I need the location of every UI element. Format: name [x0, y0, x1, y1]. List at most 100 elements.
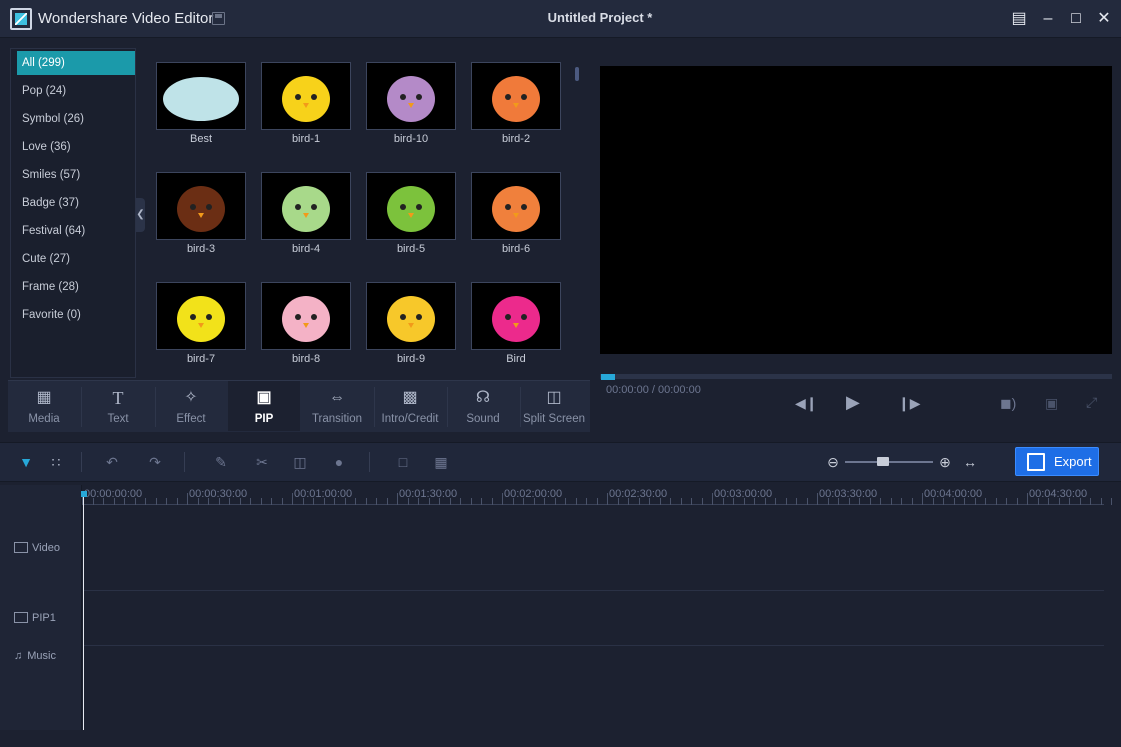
- pip-thumbnail-label: bird-6: [501, 243, 531, 255]
- sticker-image: [492, 76, 540, 122]
- zoom-slider-handle[interactable]: [877, 457, 889, 466]
- ruler-tick: [638, 498, 640, 505]
- ruler-tick: [124, 498, 125, 505]
- ruler-tick: [197, 498, 199, 505]
- pip-thumbnail-label: bird-10: [393, 133, 429, 145]
- category-item[interactable]: Frame (28): [17, 275, 135, 299]
- headphones-icon: ☊: [475, 389, 491, 406]
- ruler-tick: [92, 498, 94, 505]
- zoom-slider[interactable]: [845, 461, 933, 463]
- ruler-tick: [365, 498, 367, 505]
- playhead[interactable]: [83, 492, 84, 730]
- category-item[interactable]: All (299): [17, 51, 135, 75]
- tab-effect[interactable]: ✧ Effect: [155, 381, 227, 431]
- minimize-button[interactable]: –: [1036, 8, 1060, 30]
- category-item[interactable]: Badge (37): [17, 191, 135, 215]
- effect-wand-icon: ✧: [184, 389, 198, 406]
- intro-credit-icon: ▩: [402, 389, 418, 406]
- sticker-image: [492, 186, 540, 232]
- maximize-button[interactable]: □: [1064, 8, 1088, 30]
- edit-icon[interactable]: ✎: [212, 453, 230, 471]
- timeline-view-icon[interactable]: ▼: [17, 453, 35, 471]
- pip-thumbnail[interactable]: [471, 62, 561, 130]
- next-frame-icon[interactable]: ❙▶: [898, 395, 921, 412]
- tab-split-screen[interactable]: ◫ Split Screen: [518, 381, 590, 431]
- pip-thumbnail[interactable]: [471, 282, 561, 350]
- pip-thumbnail[interactable]: [156, 282, 246, 350]
- pip-thumbnail[interactable]: [261, 62, 351, 130]
- category-item[interactable]: Festival (64): [17, 219, 135, 243]
- category-item[interactable]: Favorite (0): [17, 303, 135, 327]
- storyboard-view-icon[interactable]: ∷: [47, 453, 65, 471]
- export-button[interactable]: Export: [1015, 447, 1099, 476]
- app-logo-icon: [10, 8, 32, 30]
- pip-thumbnail[interactable]: [156, 172, 246, 240]
- ruler-tick: [271, 498, 272, 505]
- project-title: Untitled Project *: [547, 10, 653, 25]
- close-button[interactable]: ✕: [1092, 8, 1116, 30]
- menu-icon[interactable]: ▤: [1007, 8, 1031, 30]
- redo-icon[interactable]: ↷: [146, 453, 164, 471]
- tab-pip[interactable]: ▣ PIP: [228, 381, 300, 431]
- tab-media[interactable]: ▦ Media: [8, 381, 80, 431]
- pip-thumbnail[interactable]: [261, 282, 351, 350]
- tab-text[interactable]: T Text: [82, 381, 154, 431]
- ruler-tick: [565, 498, 566, 505]
- delete-trash-icon[interactable]: ◫: [291, 453, 309, 471]
- zoom-in-icon[interactable]: ⊕: [936, 453, 954, 471]
- playhead-handle[interactable]: [81, 491, 87, 497]
- pip-thumbnail[interactable]: [261, 172, 351, 240]
- ruler-tick: [1058, 498, 1060, 505]
- grid-scrollbar[interactable]: [575, 67, 579, 81]
- tab-intro-credit[interactable]: ▩ Intro/Credit: [374, 381, 446, 431]
- category-item[interactable]: Smiles (57): [17, 163, 135, 187]
- ruler-tick: [418, 498, 419, 505]
- tab-sound[interactable]: ☊ Sound: [447, 381, 519, 431]
- previous-frame-icon[interactable]: ◀❙: [795, 395, 818, 412]
- tab-transition[interactable]: ⇔ Transition: [301, 381, 373, 431]
- category-item[interactable]: Cute (27): [17, 247, 135, 271]
- ruler-tick: [964, 498, 965, 505]
- ruler-tick: [208, 498, 209, 505]
- ruler-tick: [764, 498, 766, 505]
- category-item[interactable]: Love (36): [17, 135, 135, 159]
- pip-thumbnail[interactable]: [366, 62, 456, 130]
- pip-thumbnail-label: bird-7: [186, 353, 216, 365]
- ruler-tick: [911, 498, 913, 505]
- pip-thumbnail[interactable]: [366, 282, 456, 350]
- pip-thumbnail[interactable]: [156, 62, 246, 130]
- collapse-panel-button[interactable]: ❮: [136, 198, 145, 232]
- category-item[interactable]: Pop (24): [17, 79, 135, 103]
- pip-thumbnail[interactable]: [366, 172, 456, 240]
- timeline-tracks[interactable]: [83, 505, 1104, 730]
- volume-icon[interactable]: ◼): [1000, 395, 1016, 412]
- ruler-tick: [176, 498, 178, 505]
- fullscreen-icon[interactable]: ⤢: [1086, 394, 1097, 411]
- voiceover-microphone-icon[interactable]: ●: [330, 453, 348, 471]
- ruler-tick: [544, 498, 545, 505]
- ruler-tick: [953, 498, 955, 505]
- fit-timeline-icon[interactable]: ↔: [961, 453, 979, 471]
- save-icon[interactable]: [212, 12, 225, 25]
- scene-detect-icon[interactable]: ▦: [432, 453, 450, 471]
- ruler-tick: [449, 498, 451, 505]
- crop-icon[interactable]: □: [394, 453, 412, 471]
- undo-icon[interactable]: ↶: [103, 453, 121, 471]
- playback-progress-bar[interactable]: [600, 374, 1112, 379]
- library-tab-bar: ▦ Media T Text ✧ Effect ▣ PIP ⇔ Transiti…: [8, 380, 590, 432]
- video-preview[interactable]: [600, 66, 1112, 354]
- ruler-tick: [407, 498, 409, 505]
- playback-progress-handle[interactable]: [601, 374, 615, 380]
- ruler-tick: [985, 498, 986, 505]
- ruler-tick: [292, 493, 293, 505]
- pip-thumbnail[interactable]: [471, 172, 561, 240]
- category-item[interactable]: Symbol (26): [17, 107, 135, 131]
- snapshot-camera-icon[interactable]: ▣: [1045, 395, 1058, 412]
- ruler-tick: [775, 498, 776, 505]
- ruler-tick: [1048, 498, 1049, 505]
- play-icon[interactable]: ▶: [846, 392, 860, 413]
- timeline-ruler[interactable]: 00:00:00:00 00:00:30:00 00:01:00:00 00:01:3…: [82, 485, 1112, 505]
- cut-scissors-icon[interactable]: ✂: [253, 453, 271, 471]
- zoom-out-icon[interactable]: ⊖: [824, 453, 842, 471]
- pip-thumbnail-label: Best: [189, 133, 212, 145]
